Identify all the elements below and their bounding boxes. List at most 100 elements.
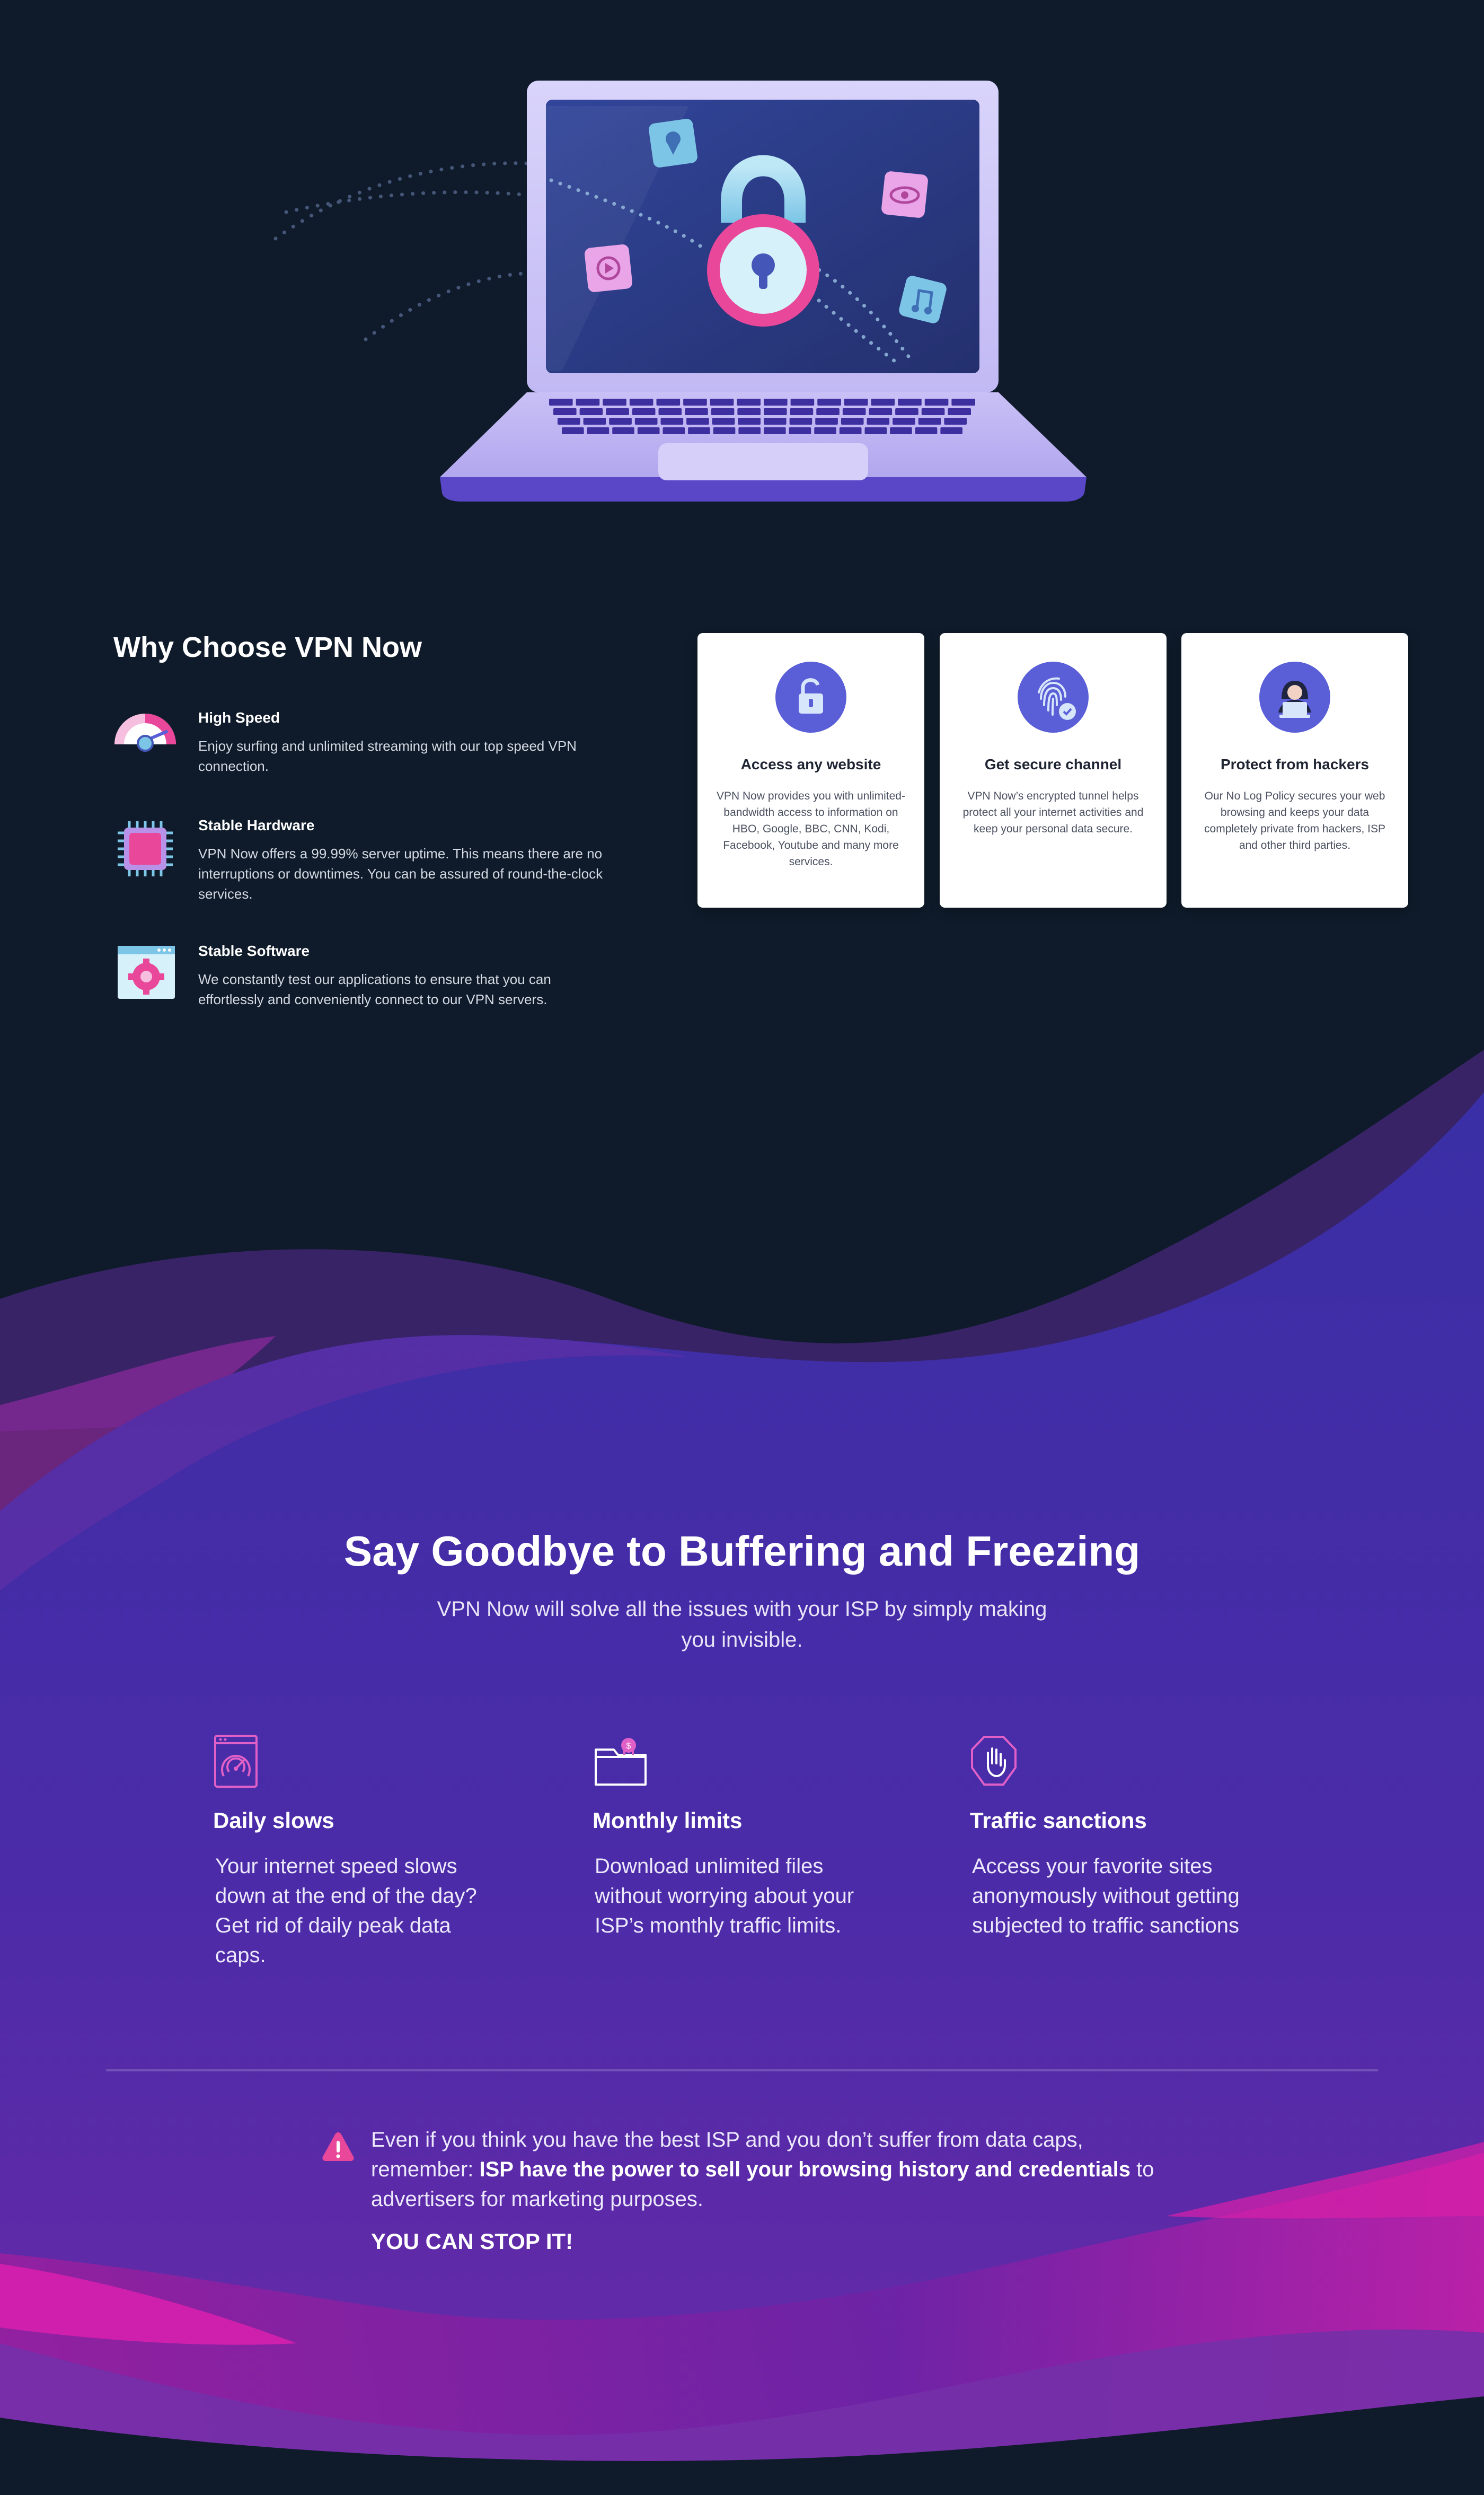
keyboard-key — [869, 408, 893, 415]
keyboard-key — [841, 418, 864, 425]
feature-title: High Speed — [198, 709, 280, 726]
buffering-subtitle: VPN Now will solve all the issues with y… — [437, 1597, 1047, 1651]
feature-title: Stable Software — [198, 943, 310, 959]
feature-description: VPN Now offers a 99.99% server uptime. T… — [198, 846, 603, 902]
keyboard-key — [815, 418, 838, 425]
card-protect-from-hackers: Protect from hackers Our No Log Policy s… — [1181, 633, 1408, 908]
svg-text:$: $ — [626, 1742, 631, 1751]
keyboard-key — [549, 399, 573, 406]
keyboard-key — [553, 408, 577, 415]
why-choose-title: Why Choose VPN Now — [113, 631, 422, 663]
touchpad — [658, 443, 868, 480]
keyboard-key — [951, 399, 975, 406]
keyboard-key — [789, 427, 811, 434]
issue-description: Your internet speed slows down at the en… — [215, 1855, 477, 1967]
keyboard-key — [898, 399, 922, 406]
keyboard-key — [685, 408, 708, 415]
feature-stable-hardware: Stable Hardware VPN Now offers a 99.99% … — [113, 817, 622, 907]
stop-it-callout: YOU CAN STOP IT! — [371, 2229, 573, 2254]
keyboard-key — [558, 418, 580, 425]
speedometer-icon — [114, 714, 176, 752]
keyboard-key — [790, 399, 815, 406]
buffering-title: Say Goodbye to Buffering and Freezing — [343, 1527, 1141, 1575]
issue-description: Download unlimited files without worryin… — [595, 1855, 854, 1937]
keyboard-key — [918, 418, 941, 425]
keyboard-key — [603, 399, 626, 406]
keyboard-key — [940, 427, 962, 434]
keyboard-key — [764, 427, 786, 434]
keyboard-key — [738, 418, 761, 425]
issue-title: Daily slows — [213, 1808, 334, 1833]
keyboard-key — [867, 418, 890, 425]
keyboard-key — [944, 418, 967, 425]
issue-description: Access your favorite sites anonymously w… — [972, 1855, 1240, 1937]
keyboard-key — [738, 427, 761, 434]
keyboard-key — [629, 399, 653, 406]
card-access-any-website: Access any website VPN Now provides you … — [697, 633, 924, 908]
unlock-icon — [775, 662, 846, 733]
stop-hand-icon — [971, 1736, 1017, 1786]
issue-title: Monthly limits — [593, 1808, 743, 1833]
keyboard-key — [612, 427, 634, 434]
card-description: VPN Now provides you with unlimited-band… — [717, 790, 905, 868]
keyboard-key — [921, 408, 945, 415]
keyboard-key — [814, 427, 836, 434]
keyboard-key — [576, 399, 600, 406]
keyboard-key — [711, 408, 735, 415]
warning-icon — [322, 2132, 354, 2161]
keyboard-key — [948, 408, 971, 415]
keyboard-key — [790, 408, 814, 415]
keyboard-key — [634, 418, 658, 425]
keyboard-key — [606, 408, 629, 415]
card-title: Get secure channel — [984, 756, 1122, 772]
feature-title: Stable Hardware — [198, 817, 315, 833]
eye-app-icon — [881, 171, 928, 218]
card-description: VPN Now’s encrypted tunnel helps protect… — [962, 790, 1144, 835]
keyboard-key — [713, 427, 736, 434]
hacker-icon — [1259, 662, 1330, 733]
isp-warning-text: Even if you think you have the best ISP … — [371, 2125, 1177, 2214]
speed-gauge-icon — [214, 1735, 258, 1788]
card-title: Access any website — [740, 756, 881, 772]
keyboard-key — [895, 408, 918, 415]
keyboard-key — [816, 408, 840, 415]
keyboard-key — [890, 427, 912, 434]
feature-description: Enjoy surfing and unlimited streaming wi… — [198, 738, 577, 774]
keyboard-key — [842, 408, 866, 415]
keyboard-key — [915, 427, 938, 434]
card-description: Our No Log Policy secures your web brows… — [1204, 790, 1385, 851]
keyboard-key — [683, 399, 707, 406]
keyboard-key — [579, 408, 603, 415]
keyboard-key — [710, 399, 734, 406]
keyboard-key — [839, 427, 862, 434]
keyboard-key — [660, 418, 684, 425]
warning-text-bold: ISP have the power to sell your browsing… — [479, 2158, 1130, 2181]
keyboard-key — [864, 427, 887, 434]
keyboard-key — [712, 418, 735, 425]
section-divider — [106, 2069, 1378, 2071]
hero-laptop-illustration — [273, 81, 1086, 502]
keyboard-key — [789, 418, 812, 425]
keyboard-key — [871, 399, 895, 406]
play-app-icon — [585, 244, 632, 292]
keyboard-key — [658, 408, 682, 415]
keyboard-key — [632, 408, 656, 415]
feature-high-speed: High Speed Enjoy surfing and unlimited s… — [113, 709, 622, 800]
keyboard-key — [737, 399, 761, 406]
feature-description: We constantly test our applications to e… — [198, 971, 551, 1007]
keyboard-key — [688, 427, 710, 434]
keyboard-key — [924, 399, 949, 406]
issue-title: Traffic sanctions — [970, 1808, 1147, 1833]
keyboard-key — [764, 418, 787, 425]
keyboard-key — [844, 399, 868, 406]
keyboard-key — [662, 427, 685, 434]
keyboard-key — [609, 418, 632, 425]
settings-window-icon — [118, 946, 175, 999]
card-title: Protect from hackers — [1220, 756, 1370, 772]
keyboard-key — [583, 418, 606, 425]
keyboard-key — [686, 418, 709, 425]
fingerprint-icon — [1018, 662, 1089, 733]
keyboard-key — [764, 408, 787, 415]
keyboard-key — [656, 399, 681, 406]
feature-stable-software: Stable Software We constantly test our a… — [113, 943, 622, 1033]
